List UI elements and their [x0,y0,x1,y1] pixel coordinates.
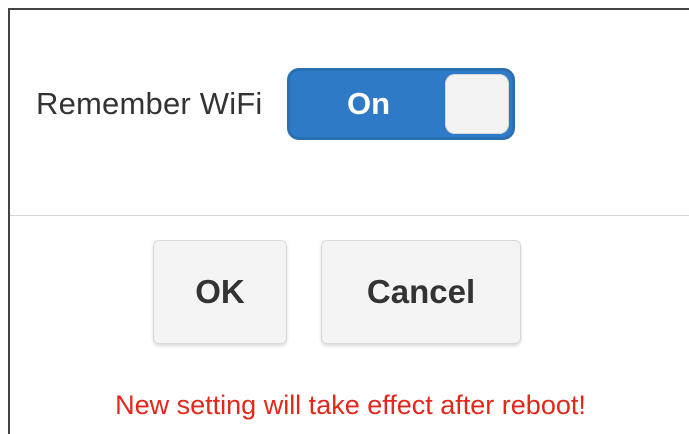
cancel-button[interactable]: Cancel [321,240,521,344]
remember-wifi-label: Remember WiFi [36,86,263,121]
remember-wifi-row: Remember WiFi On [36,68,515,140]
remember-wifi-toggle[interactable]: On [286,68,515,140]
settings-dialog: Remember WiFi On OK Cancel New setting w… [8,8,689,434]
ok-button[interactable]: OK [153,240,287,344]
reboot-notice: New setting will take effect after reboo… [115,390,586,420]
toggle-state-text: On [346,86,391,121]
divider [10,215,689,216]
toggle-knob[interactable] [444,74,509,134]
